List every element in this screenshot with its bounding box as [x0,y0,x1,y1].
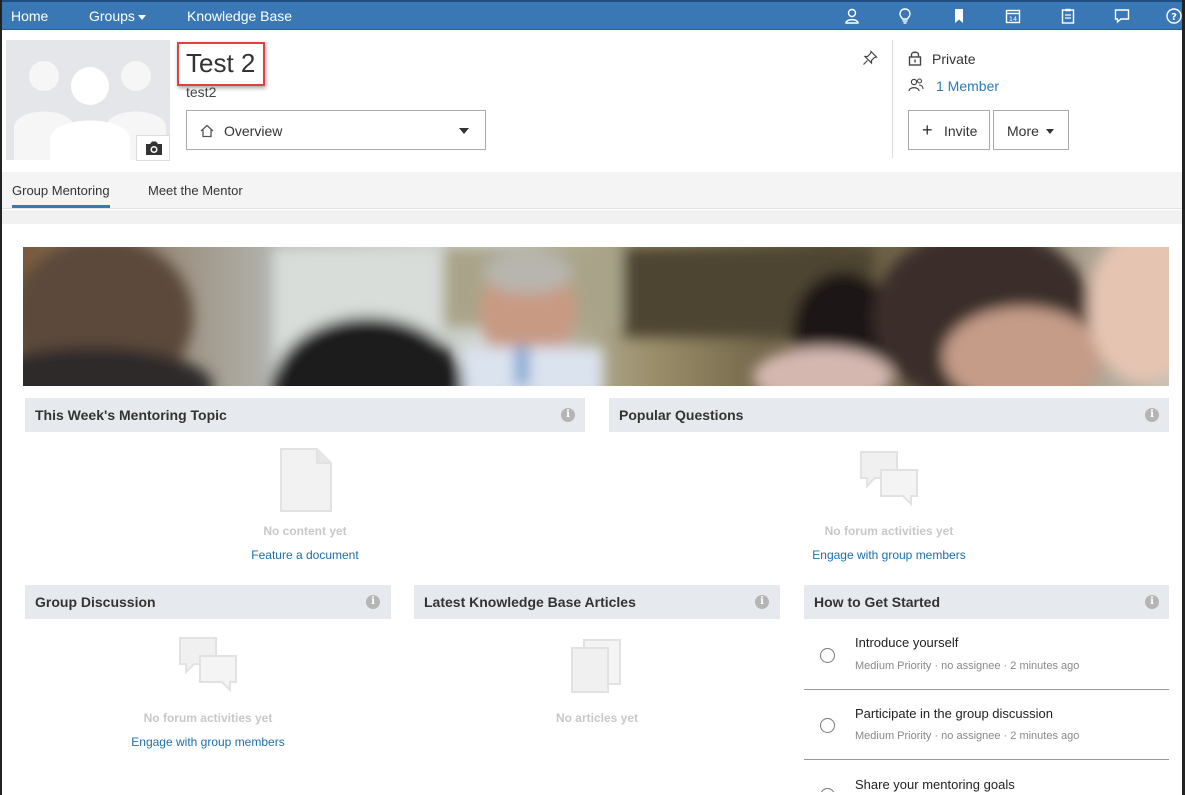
home-icon [200,124,214,138]
engage-members-link[interactable]: Engage with group members [774,548,1004,562]
camera-icon [146,141,162,155]
task-meta: Medium Priority · no assignee · 2 minute… [855,660,1080,672]
widget-title: This Week's Mentoring Topic [35,407,227,423]
empty-state-text: No forum activities yet [143,711,273,725]
invite-button[interactable]: + Invite [908,110,990,150]
empty-state-text: No articles yet [555,711,639,725]
chevron-down-icon [137,14,146,20]
info-icon[interactable]: i [561,408,575,422]
widget-title: Popular Questions [619,407,744,423]
discussion-icon [179,637,237,693]
engage-members-link[interactable]: Engage with group members [93,735,323,749]
active-tab-indicator [12,205,110,208]
lock-icon [908,51,922,66]
task-divider [804,759,1169,760]
kb-articles-widget-header: Latest Knowledge Base Articles i [414,585,780,619]
members-icon [908,78,924,92]
pin-icon[interactable] [862,50,878,66]
empty-state-text: No forum activities yet [824,524,954,538]
invite-button-label: Invite [944,123,978,139]
tab-bar: Group Mentoring Meet the Mentor [2,172,1182,209]
view-select-dropdown[interactable]: Overview [186,110,486,150]
task-complete-radio[interactable] [820,648,835,663]
discussion-icon [860,451,918,507]
nav-home-link[interactable]: Home [11,8,48,24]
articles-icon [571,639,621,693]
task-title[interactable]: Introduce yourself [855,635,958,650]
members-link[interactable]: 1 Member [936,78,999,94]
plus-icon: + [922,120,933,140]
header-divider [892,40,893,158]
task-complete-radio[interactable] [820,718,835,733]
info-icon[interactable]: i [755,595,769,609]
tab-meet-the-mentor[interactable]: Meet the Mentor [148,183,243,198]
chevron-down-icon [1046,129,1054,134]
top-navigation-bar: Home Groups Knowledge Base 14 ? [2,0,1182,30]
widget-title: How to Get Started [814,594,941,610]
get-started-widget-header: How to Get Started i [804,585,1169,619]
nav-groups-label: Groups [89,8,135,24]
content-top-band [2,210,1182,224]
calendar-icon[interactable]: 14 [1004,7,1022,25]
popular-questions-widget-header: Popular Questions i [609,398,1169,432]
more-button-label: More [1007,123,1039,139]
nav-knowledge-base-link[interactable]: Knowledge Base [187,8,292,24]
task-meta: Medium Priority · no assignee · 2 minute… [855,730,1080,742]
nav-groups-menu[interactable]: Groups [89,8,146,24]
view-select-value: Overview [224,123,283,139]
task-item: Participate in the group discussion Medi… [804,701,1169,759]
document-icon [280,448,332,512]
widget-title: Group Discussion [35,594,156,610]
chevron-down-icon [459,128,469,134]
mentoring-topic-widget-header: This Week's Mentoring Topic i [25,398,585,432]
feature-document-link[interactable]: Feature a document [205,548,405,562]
task-item: Introduce yourself Medium Priority · no … [804,630,1169,688]
calendar-day-number: 14 [1009,15,1017,23]
task-complete-radio[interactable] [820,788,835,792]
group-banner-image [23,247,1169,386]
widget-title: Latest Knowledge Base Articles [424,594,636,610]
privacy-label: Private [932,51,976,67]
change-photo-button[interactable] [136,135,170,161]
task-title[interactable]: Share your mentoring goals [855,777,1015,792]
person-icon[interactable] [843,7,861,25]
task-item: Share your mentoring goals [804,772,1169,792]
info-icon[interactable]: i [366,595,380,609]
group-handle: test2 [186,84,217,100]
bookmark-icon[interactable] [950,7,968,25]
more-button[interactable]: More [993,110,1069,150]
help-glyph: ? [1171,12,1177,23]
task-title[interactable]: Participate in the group discussion [855,706,1053,721]
chat-icon[interactable] [1113,7,1131,25]
lightbulb-icon[interactable] [896,7,914,25]
clipboard-icon[interactable] [1059,7,1077,25]
help-icon[interactable]: ? [1165,7,1183,25]
tab-group-mentoring[interactable]: Group Mentoring [12,183,110,198]
page-title: Test 2 [186,48,256,78]
group-discussion-widget-header: Group Discussion i [25,585,391,619]
info-icon[interactable]: i [1145,408,1159,422]
empty-state-text: No content yet [263,524,347,538]
info-icon[interactable]: i [1145,595,1159,609]
task-divider [804,689,1169,690]
